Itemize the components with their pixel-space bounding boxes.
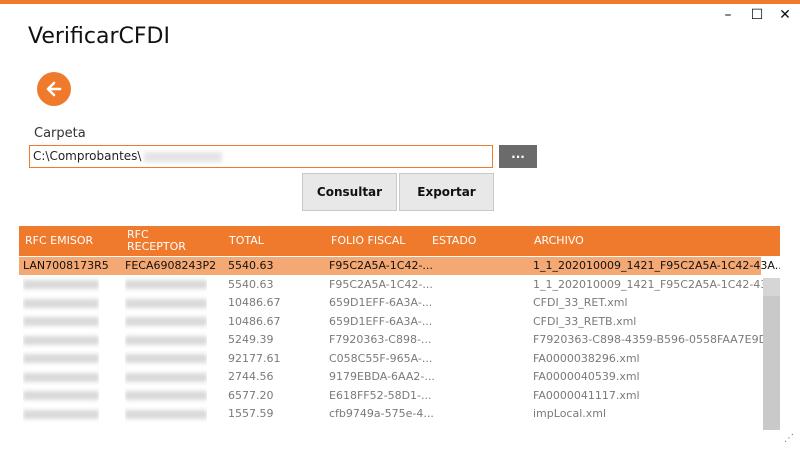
redacted-text [125, 354, 207, 363]
redacted-text [23, 280, 99, 289]
cell-rfc-receptor [125, 387, 207, 405]
header-archivo[interactable]: ARCHIVO [534, 226, 584, 256]
cell-folio: F95C2A5A-1C42-... [329, 259, 433, 272]
table-row[interactable]: 5540.63 F95C2A5A-1C42-... 1_1_202010009_14… [19, 276, 780, 294]
header-rfc-receptor[interactable]: RFC RECEPTOR [127, 226, 186, 256]
cell-archivo: impLocal.xml [533, 407, 607, 420]
cell-rfc-receptor [125, 350, 207, 368]
back-button[interactable] [37, 72, 71, 106]
close-button[interactable]: ✕ [776, 6, 794, 24]
cell-rfc-receptor [125, 276, 207, 294]
cell-rfc-emisor [23, 331, 99, 349]
cell-archivo: 1_1_202010009_1421_F95C2A5A-1C42-43A... [533, 259, 780, 272]
redacted-text [125, 335, 207, 345]
cell-rfc-emisor [23, 368, 99, 386]
header-estado[interactable]: ESTADO [432, 226, 476, 256]
redacted-text [125, 391, 207, 400]
table-row[interactable]: 2744.56 9179EBDA-6AA2-... FA0000040539.xml [19, 368, 761, 386]
redacted-text [23, 409, 99, 419]
maximize-button[interactable]: ☐ [748, 6, 766, 24]
cell-folio: C058C55F-965A-... [329, 351, 433, 365]
cell-rfc-emisor [23, 294, 99, 312]
cell-archivo: 1_1_202010009_1421_F95C2A5A-1C42-43A... [533, 277, 780, 291]
table-row[interactable]: 10486.67 659D1EFF-6A3A-... CFDI_33_RET.xml [19, 294, 761, 312]
cell-archivo: CFDI_33_RETB.xml [533, 314, 637, 328]
table-row[interactable]: LAN7008173R5 FECA6908243P2 5540.63 F95C2A5A… [19, 257, 780, 275]
cell-folio: E618FF52-58D1-... [329, 388, 432, 402]
cell-archivo: FA0000040539.xml [533, 370, 640, 383]
cell-total: 5540.63 [228, 259, 274, 272]
minimize-button[interactable]: – [719, 6, 737, 24]
cell-total: 5249.39 [228, 333, 274, 346]
redacted-text [125, 317, 207, 326]
cell-total: 6577.20 [228, 388, 274, 402]
redacted-text [125, 372, 207, 382]
table-row[interactable]: 10486.67 659D1EFF-6A3A-... CFDI_33_RETB.xm… [19, 313, 761, 331]
cell-folio: 659D1EFF-6A3A-... [329, 296, 433, 309]
table-row[interactable]: 92177.61 C058C55F-965A-... FA0000038296.xm… [19, 350, 761, 368]
cell-total: 10486.67 [228, 296, 281, 309]
redacted-text [23, 317, 99, 326]
grid-header: RFC EMISOR RFC RECEPTOR TOTAL FOLIO FISC… [19, 226, 780, 256]
results-grid: RFC EMISOR RFC RECEPTOR TOTAL FOLIO FISC… [19, 226, 780, 430]
app-title: VerificarCFDI [28, 24, 170, 49]
cell-total: 92177.61 [228, 351, 281, 365]
vertical-scrollbar[interactable] [763, 278, 780, 430]
table-row[interactable]: 5249.39 F7920363-C898-... F7920363-C898-43… [19, 331, 780, 349]
cell-total: 10486.67 [228, 314, 281, 328]
redacted-text [23, 298, 99, 308]
cell-folio: F7920363-C898-... [329, 333, 432, 346]
redacted-text [125, 280, 207, 289]
cell-rfc-receptor [125, 313, 207, 331]
cell-total: 2744.56 [228, 370, 274, 383]
cell-total: 5540.63 [228, 277, 274, 291]
cell-rfc-emisor [23, 405, 99, 423]
cell-archivo: FA0000038296.xml [533, 351, 640, 365]
cell-rfc-receptor: FECA6908243P2 [125, 259, 217, 272]
folder-path-value: C:\Comprobantes\ [33, 149, 142, 163]
cell-rfc-receptor [125, 331, 207, 349]
redacted-text [23, 391, 99, 400]
browse-button[interactable]: ... [499, 145, 537, 168]
cell-archivo: F7920363-C898-4359-B596-0558FAA7E9DF... [533, 333, 780, 346]
cell-rfc-emisor [23, 387, 99, 405]
redacted-text [125, 298, 207, 308]
folder-path-input[interactable]: C:\Comprobantes\ [29, 145, 493, 168]
cell-rfc-emisor [23, 350, 99, 368]
cell-archivo: FA0000041117.xml [533, 388, 640, 402]
cell-rfc-emisor [23, 313, 99, 331]
redacted-text [125, 409, 207, 419]
cell-folio: cfb9749a-575e-4... [329, 407, 434, 420]
scrollbar-thumb[interactable] [763, 296, 780, 430]
cell-rfc-receptor [125, 368, 207, 386]
header-rfc-emisor[interactable]: RFC EMISOR [25, 226, 93, 256]
cell-archivo: CFDI_33_RET.xml [533, 296, 628, 309]
cell-rfc-receptor [125, 294, 207, 312]
cell-rfc-emisor: LAN7008173R5 [23, 259, 109, 272]
cell-folio: F95C2A5A-1C42-... [329, 277, 433, 291]
table-row[interactable]: 6577.20 E618FF52-58D1-... FA0000041117.xml [19, 387, 761, 405]
header-folio-fiscal[interactable]: FOLIO FISCAL [331, 226, 405, 256]
redacted-text [144, 151, 223, 162]
folder-label: Carpeta [34, 126, 86, 141]
cell-rfc-receptor [125, 405, 207, 423]
header-total[interactable]: TOTAL [229, 226, 264, 256]
cell-folio: 9179EBDA-6AA2-... [329, 370, 435, 383]
resize-grip-icon[interactable]: ⋰ [784, 433, 794, 444]
accent-top-bar [0, 0, 800, 4]
table-row[interactable]: 1557.59 cfb9749a-575e-4... impLocal.xml [19, 405, 761, 423]
arrow-left-icon [46, 81, 62, 97]
cell-rfc-emisor [23, 276, 99, 294]
cell-total: 1557.59 [228, 407, 274, 420]
consultar-button[interactable]: Consultar [302, 173, 397, 211]
redacted-text [23, 335, 99, 345]
redacted-text [23, 372, 99, 382]
redacted-text [23, 354, 99, 363]
cell-folio: 659D1EFF-6A3A-... [329, 314, 433, 328]
exportar-button[interactable]: Exportar [399, 173, 494, 211]
